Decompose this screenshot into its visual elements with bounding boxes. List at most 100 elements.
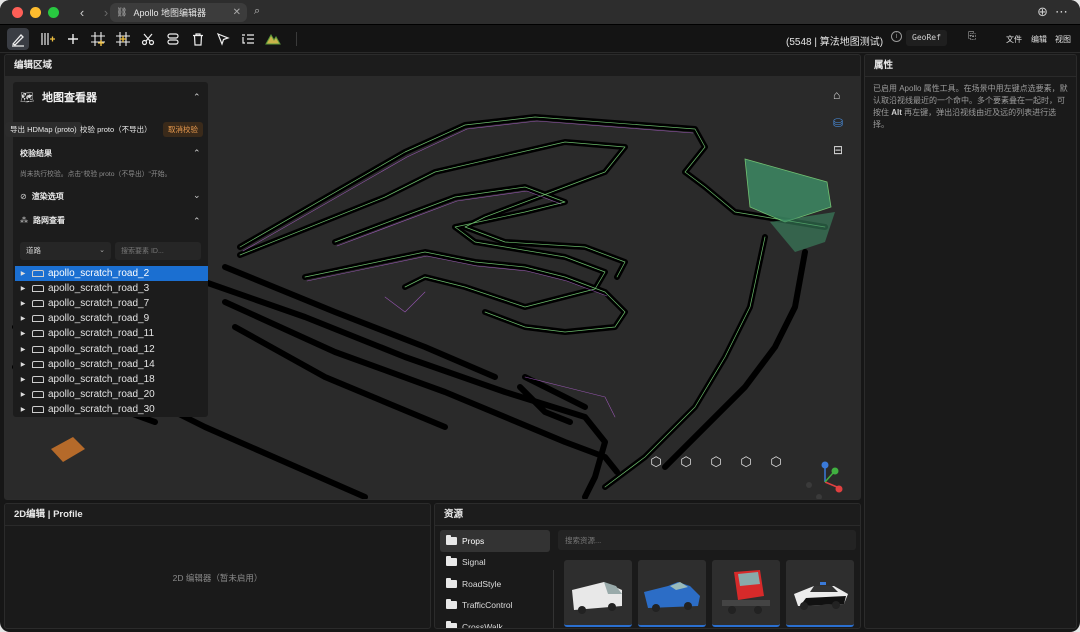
terrain-tool-button[interactable] xyxy=(262,28,284,50)
network-section-title: 路网查看 xyxy=(33,215,65,225)
menu-view[interactable]: 视图 xyxy=(1055,34,1071,45)
asset-category-signal[interactable]: Signal xyxy=(440,552,550,574)
road-name: apollo_scratch_road_3 xyxy=(48,283,150,295)
expand-arrow-icon[interactable]: ▶ xyxy=(17,315,29,322)
view-cube-left-icon[interactable]: ⬡ xyxy=(709,455,723,469)
road-list-item[interactable]: ▶ apollo_scratch_road_9 xyxy=(15,311,208,326)
road-name: apollo_scratch_road_2 xyxy=(48,268,150,280)
view-cube-top-icon[interactable]: ⬡ xyxy=(769,455,783,469)
junction-tool-button[interactable] xyxy=(87,28,109,50)
expand-arrow-icon[interactable]: ▶ xyxy=(17,346,29,353)
validation-section-header[interactable]: 校验结果 xyxy=(13,145,208,161)
validate-proto-button[interactable]: 校验 proto（不导出） xyxy=(75,122,157,137)
expand-arrow-icon[interactable]: ▶ xyxy=(17,300,29,307)
search-icon[interactable]: ⌕ xyxy=(254,5,260,18)
feature-type-select[interactable]: 道路 ⌄ xyxy=(20,242,111,260)
expand-arrow-icon[interactable]: ▶ xyxy=(17,285,29,292)
minimize-window-button[interactable] xyxy=(30,6,41,18)
chevron-up-icon[interactable]: ⌃ xyxy=(193,148,201,159)
render-section-header[interactable]: ⊘ 渲染选项 xyxy=(13,188,208,204)
junction-add-tool-button[interactable] xyxy=(112,28,134,50)
profile-empty-text: 2D 编辑器（暂未启用） xyxy=(172,573,263,583)
road-list-item[interactable]: ▶ apollo_scratch_road_12 xyxy=(15,341,208,356)
view-cube-right-icon[interactable]: ⬡ xyxy=(739,455,753,469)
expand-arrow-icon[interactable]: ▶ xyxy=(17,330,29,337)
asset-category-crosswalk[interactable]: CrossWalk xyxy=(440,616,550,628)
connect-tool-button[interactable] xyxy=(162,28,184,50)
render-section-title: 渲染选项 xyxy=(31,191,64,201)
asset-category-props[interactable]: Props xyxy=(440,530,550,552)
cancel-validation-button[interactable]: 取消校验 xyxy=(163,122,203,137)
road-list-item[interactable]: ▶ apollo_scratch_road_30 xyxy=(15,402,208,417)
chevron-up-icon[interactable]: ⌃ xyxy=(193,216,201,227)
georef-button[interactable]: GeoRef xyxy=(906,30,947,46)
feature-search-input[interactable] xyxy=(115,242,201,260)
asset-category-trafficcontrol[interactable]: TrafficControl xyxy=(440,595,550,617)
cut-tool-button[interactable] xyxy=(137,28,159,50)
assets-title: 资源 xyxy=(435,504,860,526)
expand-arrow-icon[interactable]: ▶ xyxy=(17,376,29,383)
expand-arrow-icon[interactable]: ▶ xyxy=(17,391,29,398)
chevron-down-icon[interactable]: ⌄ xyxy=(193,190,201,201)
close-tab-button[interactable]: ✕ xyxy=(233,7,241,18)
validation-section-title: 校验结果 xyxy=(20,148,52,158)
maximize-window-button[interactable] xyxy=(48,6,59,18)
asset-category-label: TrafficControl xyxy=(462,600,513,611)
cylinder-view-icon[interactable]: ⛁ xyxy=(833,116,843,130)
connect-icon xyxy=(167,32,179,45)
folder-icon xyxy=(446,556,457,567)
road-list-item[interactable]: ▶ apollo_scratch_road_20 xyxy=(15,387,208,402)
network-section-header[interactable]: ⁂ 路网查看 xyxy=(13,212,208,228)
toolbar-divider xyxy=(296,31,297,46)
back-button[interactable]: ‹ xyxy=(73,5,91,20)
expand-arrow-icon[interactable]: ▶ xyxy=(17,270,29,277)
road-name: apollo_scratch_road_7 xyxy=(48,298,150,310)
grid-add-tool-button[interactable] xyxy=(37,28,59,50)
road-list-item[interactable]: ▶ apollo_scratch_road_3 xyxy=(15,281,208,296)
map-icon: 🗺 xyxy=(20,91,34,104)
road-list-item[interactable]: ▶ apollo_scratch_road_18 xyxy=(15,372,208,387)
globe-icon[interactable]: ⊕ xyxy=(1037,4,1048,20)
draw-tool-button[interactable] xyxy=(7,27,29,50)
assets-divider xyxy=(553,570,554,628)
road-icon xyxy=(32,285,44,293)
asset-red-truck[interactable] xyxy=(712,560,780,627)
road-name: apollo_scratch_road_30 xyxy=(48,403,155,415)
add-tool-button[interactable] xyxy=(62,28,84,50)
road-icon xyxy=(32,315,44,323)
asset-white-van[interactable] xyxy=(564,560,632,627)
folder-icon xyxy=(446,599,457,610)
expand-arrow-icon[interactable]: ▶ xyxy=(17,361,29,368)
select-tool-button[interactable] xyxy=(212,28,234,50)
asset-category-roadstyle[interactable]: RoadStyle xyxy=(440,573,550,595)
more-icon[interactable]: ⋯ xyxy=(1055,4,1068,20)
road-list-item[interactable]: ▶ apollo_scratch_road_2 xyxy=(15,266,208,282)
view-cube-front-icon[interactable]: ⬡ xyxy=(649,455,663,469)
menu-edit[interactable]: 编辑 xyxy=(1031,34,1047,45)
delete-tool-button[interactable] xyxy=(187,28,209,50)
home-view-icon[interactable]: ⌂ xyxy=(833,88,840,102)
browser-tab[interactable]: ⛓ Apollo 地图编辑器 ✕ xyxy=(110,3,247,22)
map-viewer-header[interactable]: 🗺 地图查看器 xyxy=(13,82,208,112)
asset-police-car[interactable] xyxy=(786,560,854,627)
list-tool-button[interactable] xyxy=(237,28,259,50)
export-hdmap-button[interactable]: 导出 HDMap (proto) xyxy=(5,122,82,137)
road-list-item[interactable]: ▶ apollo_scratch_road_7 xyxy=(15,296,208,311)
asset-search-input[interactable] xyxy=(558,530,856,550)
asset-blue-pickup[interactable] xyxy=(638,560,706,627)
view-cube-back-icon[interactable]: ⬡ xyxy=(679,455,693,469)
chevron-up-icon[interactable]: ⌃ xyxy=(193,92,201,103)
road-icon xyxy=(32,360,44,368)
map-viewer-actions: 导出 HDMap (proto) 校验 proto（不导出） 取消校验 xyxy=(5,122,208,137)
info-icon[interactable]: i xyxy=(891,31,902,42)
select-cursor-icon xyxy=(216,32,230,46)
validation-hint: 尚未执行校验。点击"校验 proto（不导出）"开始。 xyxy=(20,171,172,178)
road-list-item[interactable]: ▶ apollo_scratch_road_14 xyxy=(15,357,208,372)
road-list-item[interactable]: ▶ apollo_scratch_road_11 xyxy=(15,326,208,341)
junction-add-icon xyxy=(116,31,130,46)
expand-arrow-icon[interactable]: ▶ xyxy=(17,406,29,413)
menu-file[interactable]: 文件 xyxy=(1006,34,1022,45)
close-window-button[interactable] xyxy=(12,6,23,18)
collapse-icon[interactable]: ⊟ xyxy=(833,143,843,157)
export-icon[interactable]: ⎘ xyxy=(968,31,976,42)
